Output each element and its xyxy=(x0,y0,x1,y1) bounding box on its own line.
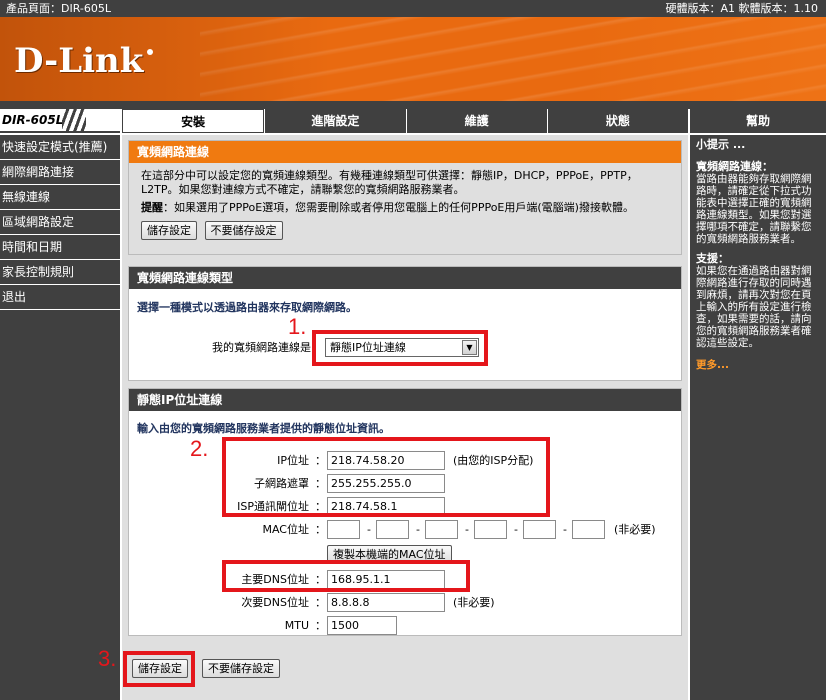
section-title: 寬頻網路連線類型 xyxy=(129,267,681,289)
top-info-bar: 產品頁面：DIR-605L 硬體版本：A1 軟體版本：1.10 xyxy=(0,0,826,17)
mac-field-3[interactable] xyxy=(425,520,458,539)
mac-separator: - xyxy=(465,523,469,536)
mtu-label: MTU xyxy=(284,619,309,632)
annotation-number-1: 1. xyxy=(288,314,307,339)
sidebar-item-wireless[interactable]: 無線連線 xyxy=(0,185,120,210)
help-text-support: 如果您在通過路由器對網際網路進行存取的同時遇到麻煩，請再次對您在頁上輸入的所有設… xyxy=(696,265,812,349)
tab-status[interactable]: 狀態 xyxy=(546,109,688,133)
mac-label: MAC位址 xyxy=(262,523,309,536)
colon: ： xyxy=(315,523,326,536)
sidebar-item-time[interactable]: 時間和日期 xyxy=(0,235,120,260)
mac-note: (非必要) xyxy=(614,523,656,536)
mac-field-4[interactable] xyxy=(474,520,507,539)
mac-field-1[interactable] xyxy=(327,520,360,539)
section-body: 在這部分中可以設定您的寬頻連線類型。有幾種連線類型可供選擇：靜態IP，DHCP，… xyxy=(129,163,681,246)
connection-type-label: 我的寬頻網路連線是 xyxy=(212,341,311,354)
mac-field-5[interactable] xyxy=(523,520,556,539)
colon: ： xyxy=(315,596,326,609)
save-button-top[interactable]: 儲存設定 xyxy=(141,221,197,240)
version-label: 硬體版本：A1 軟體版本：1.10 xyxy=(665,2,818,15)
sidebar-item-lan[interactable]: 區域網路設定 xyxy=(0,210,120,235)
main-content: 寬頻網路連線 在這部分中可以設定您的寬頻連線類型。有幾種連線類型可供選擇：靜態I… xyxy=(122,135,688,700)
tab-maintenance[interactable]: 維護 xyxy=(405,109,547,133)
annotation-box-dns xyxy=(222,560,470,592)
model-text: DIR-605L xyxy=(2,113,64,127)
logo-dot xyxy=(147,49,153,55)
mac-row: MAC位址 ： - - - - - (非必要) xyxy=(129,520,681,539)
section-title: 靜態IP位址連線 xyxy=(129,389,681,411)
mac-field-6[interactable] xyxy=(572,520,605,539)
mac-separator: - xyxy=(563,523,567,536)
dns2-note: (非必要) xyxy=(453,596,495,609)
nosave-button-bottom[interactable]: 不要儲存設定 xyxy=(202,659,280,678)
help-title: 小提示 ... xyxy=(696,138,746,151)
help-more-link[interactable]: 更多... xyxy=(696,359,820,371)
note-label: 提醒 xyxy=(141,201,163,214)
sidebar-item-internet[interactable]: 網際網路連接 xyxy=(0,160,120,185)
help-text-broadband: 當路由器能夠存取網際網路時，請確定從下拉式功能表中選擇正確的寬頻網路連線類型。如… xyxy=(696,173,812,245)
model-slash-decoration xyxy=(62,109,86,131)
mac-separator: - xyxy=(416,523,420,536)
mtu-input[interactable]: 1500 xyxy=(327,616,397,635)
section-title: 寬頻網路連線 xyxy=(129,141,681,163)
section-subtitle: 輸入由您的寬頻網路服務業者提供的靜態位址資訊。 xyxy=(137,422,390,435)
sidebar: 快速設定模式(推薦) 網際網路連接 無線連線 區域網路設定 時間和日期 家長控制… xyxy=(0,135,120,700)
section-description: 在這部分中可以設定您的寬頻連線類型。有幾種連線類型可供選擇：靜態IP，DHCP，… xyxy=(141,169,638,196)
note-text: ：如果選用了PPPoE選項，您需要刪除或者停用您電腦上的任何PPPoE用戶端(電… xyxy=(163,201,634,214)
dns2-label: 次要DNS位址 xyxy=(241,596,309,609)
top-nav: 安裝 進階設定 維護 狀態 xyxy=(122,109,688,133)
annotation-number-3: 3. xyxy=(98,646,117,671)
annotation-box-connection-type xyxy=(312,330,488,366)
sidebar-item-parental[interactable]: 家長控制規則 xyxy=(0,260,120,285)
section-subtitle: 選擇一種模式以透過路由器來存取網際網路。 xyxy=(137,301,357,314)
dns2-row: 次要DNS位址 ： 8.8.8.8 (非必要) xyxy=(129,593,681,612)
header-banner: D-Link xyxy=(0,17,826,101)
product-page-label: 產品頁面：DIR-605L xyxy=(6,2,112,15)
secondary-dns-input[interactable]: 8.8.8.8 xyxy=(327,593,445,612)
annotation-box-save xyxy=(123,651,195,687)
tab-advanced[interactable]: 進階設定 xyxy=(264,109,406,133)
mtu-row: MTU ： 1500 xyxy=(129,616,681,635)
annotation-box-ip-settings xyxy=(222,437,550,517)
model-label: DIR-605L xyxy=(0,109,120,133)
help-panel: 小提示 ... 寬頻網路連線： 當路由器能夠存取網際網路時，請確定從下拉式功能表… xyxy=(690,135,826,700)
mac-field-2[interactable] xyxy=(376,520,409,539)
help-heading-support: 支援： xyxy=(696,252,729,265)
mac-separator: - xyxy=(514,523,518,536)
note-line: 提醒：如果選用了PPPoE選項，您需要刪除或者停用您電腦上的任何PPPoE用戶端… xyxy=(141,201,669,215)
tab-setup[interactable]: 安裝 xyxy=(122,109,265,133)
nosave-button-top[interactable]: 不要儲存設定 xyxy=(204,221,283,240)
dlink-logo: D-Link xyxy=(14,41,144,81)
help-heading-broadband: 寬頻網路連線： xyxy=(696,160,773,173)
annotation-number-2: 2. xyxy=(190,436,209,461)
broadband-section: 寬頻網路連線 在這部分中可以設定您的寬頻連線類型。有幾種連線類型可供選擇：靜態I… xyxy=(128,140,682,255)
mac-separator: - xyxy=(367,523,371,536)
sidebar-item-logout[interactable]: 退出 xyxy=(0,285,120,310)
colon: ： xyxy=(315,619,326,632)
sidebar-item-quick-setup[interactable]: 快速設定模式(推薦) xyxy=(0,135,120,160)
tab-help[interactable]: 幫助 xyxy=(690,109,826,133)
header-band xyxy=(0,101,826,109)
